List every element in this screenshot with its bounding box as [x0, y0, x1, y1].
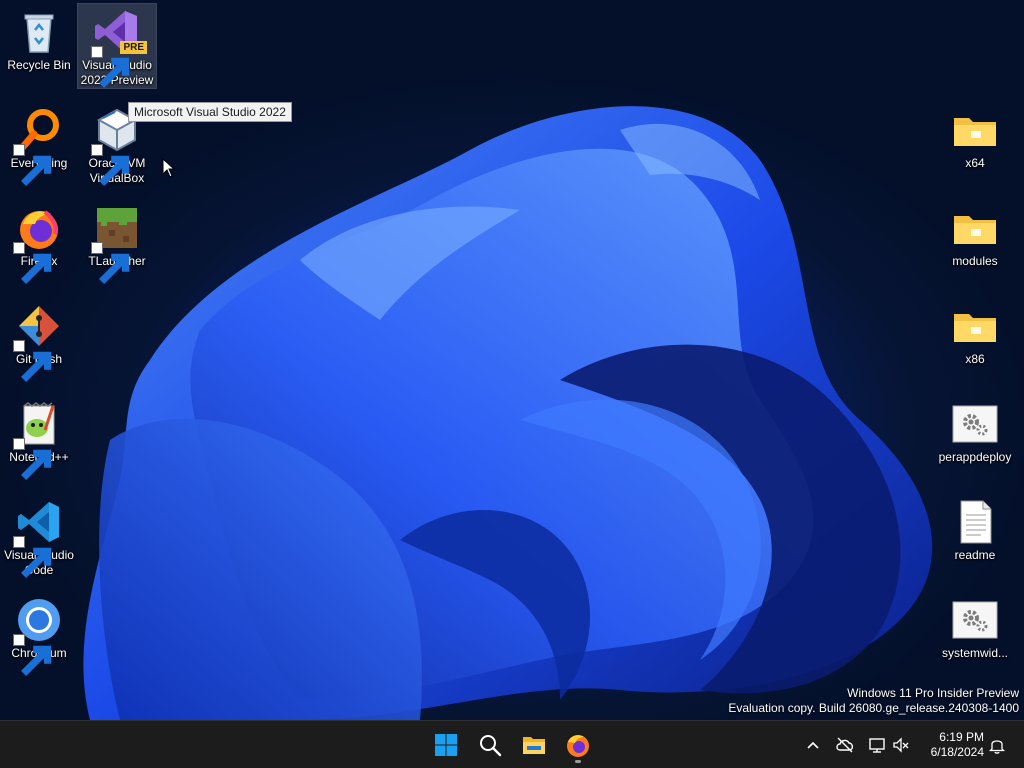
chevron-up-icon: [807, 741, 819, 749]
folder-icon: [951, 106, 999, 154]
notepad-plus-plus-icon: [13, 400, 63, 480]
desktop-icon-label: x86: [965, 352, 985, 366]
desktop-icon-label: Recycle Bin: [7, 58, 71, 72]
desktop-icon-folder-x86[interactable]: x86: [936, 298, 1014, 367]
desktop-icon-everything[interactable]: Everything: [0, 102, 78, 186]
notifications-button[interactable]: [987, 735, 1007, 755]
cloud-offline-icon: [836, 737, 854, 753]
taskbar-clock[interactable]: 6:19 PM 6/18/2024: [931, 730, 984, 760]
clock-time: 6:19 PM: [939, 730, 984, 744]
desktop-icon-git-bash[interactable]: Git Bash: [0, 298, 78, 382]
file-explorer-icon: [523, 737, 545, 754]
shortcut-arrow-icon: [13, 438, 52, 480]
desktop-icon-folder-x64[interactable]: x64: [936, 102, 1014, 171]
desktop-icon-label: modules: [952, 254, 998, 268]
recycle-bin-icon: [15, 8, 63, 56]
desktop-icon-chromium[interactable]: Chromium: [0, 592, 78, 676]
folder-icon: [951, 204, 999, 252]
text-document-icon: [951, 498, 999, 546]
settings-file-icon: [951, 400, 999, 448]
running-indicator: [575, 760, 581, 763]
shortcut-arrow-icon: [91, 242, 130, 284]
desktop-icon-perappdeploy[interactable]: perappdeploy: [936, 396, 1014, 465]
start-button[interactable]: [428, 727, 464, 763]
chromium-icon: [13, 596, 63, 676]
volume-muted-icon: [893, 737, 909, 753]
desktop[interactable]: Recycle Bin Everything Firefox Git Bash …: [0, 0, 1024, 720]
onedrive-tray-button[interactable]: [835, 735, 855, 755]
shortcut-arrow-icon: [13, 536, 52, 578]
desktop-icon-tlauncher[interactable]: TLauncher: [78, 200, 156, 284]
shortcut-arrow-icon: [13, 242, 52, 284]
desktop-icon-label: perappdeploy: [938, 450, 1012, 464]
everything-search-icon: [13, 106, 63, 186]
desktop-icon-label: systemwid...: [941, 646, 1008, 660]
clock-date: 6/18/2024: [930, 745, 984, 759]
taskbar: 6:19 PM 6/18/2024: [0, 720, 1024, 768]
firefox-icon: [567, 735, 589, 757]
shortcut-arrow-icon: [91, 46, 130, 88]
bell-icon: [988, 740, 1006, 754]
firefox-icon: [13, 204, 63, 284]
desktop-icon-folder-modules[interactable]: modules: [936, 200, 1014, 269]
show-hidden-icons-button[interactable]: [803, 735, 823, 755]
file-explorer-button[interactable]: [516, 727, 552, 763]
settings-file-icon: [951, 596, 999, 644]
desktop-icon-label: x64: [965, 156, 985, 170]
desktop-icon-label: readme: [954, 548, 996, 562]
network-tray-button[interactable]: [867, 735, 887, 755]
desktop-icon-visual-studio-preview[interactable]: PRE Visual Studio 2022 Preview: [77, 3, 157, 89]
windows-start-icon: [435, 734, 457, 756]
desktop-icon-recycle-bin[interactable]: Recycle Bin: [0, 4, 78, 73]
desktop-icon-firefox[interactable]: Firefox: [0, 200, 78, 284]
firefox-taskbar-button[interactable]: [560, 727, 596, 763]
search-icon: [480, 735, 502, 757]
search-button[interactable]: [472, 727, 508, 763]
shortcut-arrow-icon: [13, 634, 52, 676]
watermark-line2: Evaluation copy. Build 26080.ge_release.…: [728, 701, 1019, 715]
shortcut-arrow-icon: [13, 340, 52, 382]
folder-icon: [951, 302, 999, 350]
desktop-icon-notepad-plus-plus[interactable]: Notepad++: [0, 396, 78, 480]
desktop-icon-vscode[interactable]: Visual Studio Code: [0, 494, 78, 578]
network-icon: [869, 738, 885, 753]
desktop-icon-readme[interactable]: readme: [936, 494, 1014, 563]
watermark-line1: Windows 11 Pro Insider Preview: [847, 686, 1019, 700]
evaluation-watermark: Windows 11 Pro Insider Preview Evaluatio…: [728, 686, 1019, 716]
tlauncher-icon: [91, 204, 141, 284]
git-bash-icon: [13, 302, 63, 382]
tooltip: Microsoft Visual Studio 2022: [128, 102, 292, 122]
vscode-icon: [13, 498, 63, 578]
mouse-pointer-icon: [162, 158, 176, 178]
volume-tray-button[interactable]: [891, 735, 911, 755]
visual-studio-preview-icon: PRE: [91, 8, 147, 88]
shortcut-arrow-icon: [13, 144, 52, 186]
shortcut-arrow-icon: [91, 144, 130, 186]
desktop-icon-systemwide[interactable]: systemwid...: [936, 592, 1014, 661]
